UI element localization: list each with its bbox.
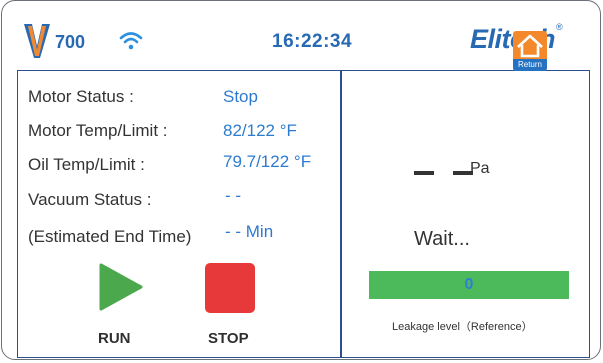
return-button[interactable]: Return xyxy=(513,31,547,71)
leakage-level-label: Leakage level（Reference） xyxy=(392,321,533,333)
vacuum-status-value: - - xyxy=(225,186,242,205)
motor-status-value: Stop xyxy=(223,87,258,106)
motor-temp-label: Motor Temp/Limit : xyxy=(28,121,168,140)
motor-temp-value: 82/122 °F xyxy=(223,121,297,140)
home-icon xyxy=(517,34,543,58)
run-label: RUN xyxy=(98,330,131,347)
main-panel: Motor Status : Stop Motor Temp/Limit : 8… xyxy=(17,70,590,358)
oil-temp-label: Oil Temp/Limit : xyxy=(28,155,145,174)
motor-status-label: Motor Status : xyxy=(28,87,134,106)
run-play-icon[interactable] xyxy=(99,263,143,311)
pressure-digit-1 xyxy=(414,171,434,175)
wifi-icon xyxy=(119,32,143,50)
stop-button[interactable] xyxy=(205,263,255,313)
stop-label: STOP xyxy=(208,330,249,347)
end-time-value: - - Min xyxy=(225,222,274,241)
oil-temp-value: 79.7/122 °F xyxy=(223,152,312,171)
pressure-unit: Pa xyxy=(470,160,490,177)
vacuum-status-label: Vacuum Status : xyxy=(28,190,152,209)
model-number: 700 xyxy=(55,32,86,52)
leakage-level-bar: 0 xyxy=(369,271,569,299)
end-time-label: (Estimated End Time) xyxy=(28,227,192,246)
return-label: Return xyxy=(513,59,547,71)
panel-divider xyxy=(340,71,342,357)
clock-time: 16:22:34 xyxy=(272,31,353,52)
wait-message: Wait... xyxy=(414,228,470,250)
v-logo-icon xyxy=(24,24,50,58)
